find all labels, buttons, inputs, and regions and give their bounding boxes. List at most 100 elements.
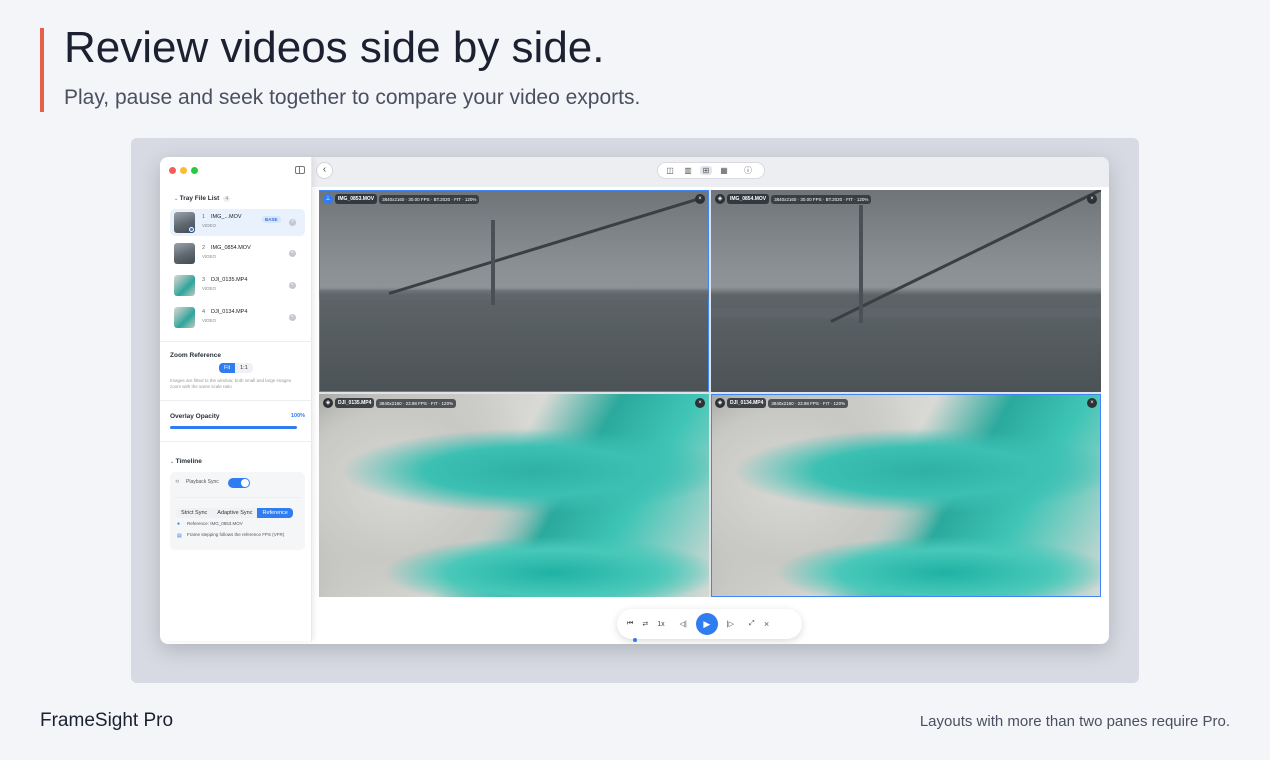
overlay-opacity-title: Overlay Opacity (170, 413, 220, 420)
playhead-indicator[interactable] (633, 638, 637, 642)
video-pane-3[interactable]: ◈ DJI_0135.MP4 3840x2160 · 23.98 FPS · F… (319, 394, 709, 597)
step-back-icon[interactable]: ◁| (680, 620, 687, 628)
tray-file-list-title[interactable]: ⌄ Tray File List 4 (174, 195, 231, 202)
bridge-deck-shape (388, 195, 706, 295)
timeline-title[interactable]: ⌄ Timeline (170, 458, 202, 465)
layers-icon[interactable]: ◈ (715, 194, 725, 204)
zoom-1to1-button[interactable]: 1:1 (235, 363, 253, 373)
file-thumbnail (174, 275, 195, 296)
close-pane-icon[interactable]: × (1087, 194, 1097, 204)
speed-button[interactable]: 1x (657, 621, 664, 628)
file-index: 2 (202, 245, 206, 251)
pane-file-name: DJI_0135.MP4 (335, 398, 375, 408)
sync-icon: ⟲ (175, 479, 180, 485)
file-index: 4 (202, 309, 206, 315)
divider (160, 341, 312, 342)
file-thumbnail (174, 307, 195, 328)
skyline-shape (711, 308, 1101, 318)
layout-two-vertical-icon[interactable]: ◫ (664, 166, 676, 175)
strict-sync-button[interactable]: Strict Sync (176, 508, 213, 518)
zoom-hint: Images are fitted to the window; both sm… (170, 378, 292, 389)
file-name: IMG_0854.MOV (211, 245, 251, 251)
tray-file-item-4[interactable]: 4 DJI_0134.MP4 VIDEO × (170, 304, 305, 331)
layers-icon[interactable]: ◈ (323, 398, 333, 408)
tray-title-label: Tray File List (179, 195, 220, 202)
pane-file-name: IMG_0853.MOV (335, 194, 378, 204)
app-window: ⌄ Tray File List 4 1 IMG_...MOV VIDEO BAS… (160, 157, 1109, 644)
bridge-deck-shape (830, 190, 1101, 323)
viewer-toolbar: ‹ ◫ ▥ ⊞ ▦ ⓘ (312, 157, 1109, 187)
zoom-window-button[interactable] (191, 167, 198, 174)
reference-dot-icon: ● (177, 521, 181, 527)
remove-file-icon[interactable]: × (289, 314, 296, 321)
overlay-opacity-value: 100% (291, 413, 306, 419)
layers-icon[interactable]: ◈ (715, 398, 725, 408)
file-type: VIDEO (202, 286, 217, 291)
tray-file-item-1[interactable]: 1 IMG_...MOV VIDEO BASE × (170, 209, 305, 236)
file-type: VIDEO (202, 318, 217, 323)
base-badge: BASE (262, 216, 281, 223)
pane-meta: 3840x2160 · 23.98 FPS · FIT · 120% (768, 398, 849, 408)
playback-sync-toggle[interactable] (228, 478, 250, 488)
close-pane-icon[interactable]: × (695, 194, 705, 204)
overlay-opacity-slider[interactable] (170, 426, 297, 429)
playback-controls: ⏮ ⇄ 1x ◁| ▶ |▷ ⤢ ⨯ (617, 609, 802, 639)
playback-sync-label: Playback Sync (186, 479, 219, 485)
sidebar-toggle-icon[interactable] (295, 166, 305, 174)
minimize-window-button[interactable] (180, 167, 187, 174)
tray-file-item-3[interactable]: 3 DJI_0135.MP4 VIDEO × (170, 272, 305, 299)
pane-meta: 3840x2160 · 23.98 FPS · FIT · 120% (376, 398, 457, 408)
file-thumbnail (174, 243, 195, 264)
timeline-title-label: Timeline (175, 458, 202, 465)
video-pane-4[interactable]: ◈ DJI_0134.MP4 3840x2160 · 23.98 FPS · F… (711, 394, 1101, 597)
back-button[interactable]: ‹ (316, 162, 333, 179)
fullscreen-icon[interactable]: ⤢ (749, 620, 755, 628)
pin-icon[interactable]: ⊥ (323, 194, 333, 204)
skyline-shape (319, 290, 709, 300)
zoom-fit-button[interactable]: Fit (219, 363, 236, 373)
reference-label: Reference: IMG_0853.MOV (187, 521, 243, 526)
pane-label: ⊥ IMG_0853.MOV 3840x2160 · 30.00 FPS · B… (323, 194, 480, 204)
mute-icon[interactable]: ⨯ (764, 620, 770, 628)
reference-button[interactable]: Reference (257, 508, 293, 518)
file-name: DJI_0134.MP4 (211, 309, 248, 315)
page-title: Review videos side by side. (64, 23, 605, 72)
tray-file-item-2[interactable]: 2 IMG_0854.MOV VIDEO × (170, 240, 305, 267)
video-pane-2[interactable]: ◈ IMG_0854.MOV 3840x2160 · 30.00 FPS · B… (711, 190, 1101, 392)
remove-file-icon[interactable]: × (289, 282, 296, 289)
remove-file-icon[interactable]: × (289, 219, 296, 226)
zoom-segmented-control: Fit 1:1 (219, 363, 253, 373)
step-forward-icon[interactable]: |▷ (727, 620, 734, 628)
adaptive-sync-button[interactable]: Adaptive Sync (212, 508, 258, 518)
pane-label: ◈ DJI_0134.MP4 3840x2160 · 23.98 FPS · F… (715, 398, 849, 408)
file-index: 1 (202, 214, 206, 220)
file-index: 3 (202, 277, 206, 283)
layout-grid-2x2-icon[interactable]: ⊞ (700, 166, 712, 175)
layout-grid-3x2-icon[interactable]: ▦ (718, 166, 730, 175)
bridge-pylon-shape (859, 205, 863, 323)
skip-to-start-icon[interactable]: ⏮ (627, 620, 633, 628)
pro-note: Layouts with more than two panes require… (919, 713, 1230, 730)
video-pane-1[interactable]: ⊥ IMG_0853.MOV 3840x2160 · 30.00 FPS · B… (319, 190, 709, 392)
file-type: VIDEO (202, 254, 217, 259)
page-subtitle: Play, pause and seek together to compare… (64, 86, 641, 109)
hero-section: Review videos side by side. Play, pause … (40, 23, 641, 112)
file-name: DJI_0135.MP4 (211, 277, 248, 283)
reference-dot-icon (189, 227, 194, 232)
divider (174, 497, 301, 498)
close-pane-icon[interactable]: × (695, 398, 705, 408)
loop-icon[interactable]: ⇄ (642, 620, 648, 628)
layout-three-column-icon[interactable]: ▥ (682, 166, 694, 175)
window-controls (169, 167, 198, 174)
file-name: IMG_...MOV (211, 214, 242, 220)
remove-file-icon[interactable]: × (289, 250, 296, 257)
info-icon[interactable]: ⓘ (742, 165, 754, 176)
play-button[interactable]: ▶ (695, 613, 718, 635)
sidebar: ⌄ Tray File List 4 1 IMG_...MOV VIDEO BAS… (160, 157, 312, 641)
close-window-button[interactable] (169, 167, 176, 174)
pane-file-name: IMG_0854.MOV (727, 194, 770, 204)
pane-label: ◈ DJI_0135.MP4 3840x2160 · 23.98 FPS · F… (323, 398, 457, 408)
frame-stepping-label: Frame stepping follows the reference FPS… (187, 532, 285, 537)
close-pane-icon[interactable]: × (1087, 398, 1097, 408)
bridge-pylon-shape (491, 220, 495, 305)
